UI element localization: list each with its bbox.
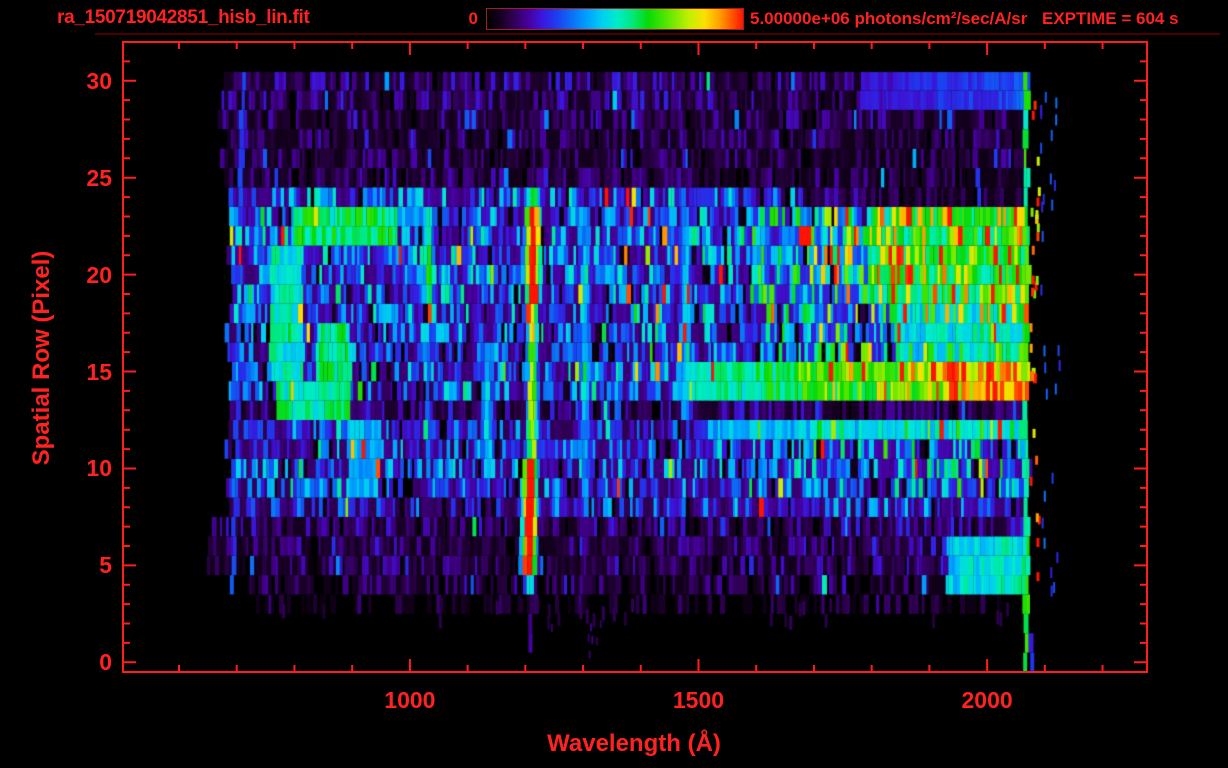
colorbar — [486, 8, 744, 30]
y-tick-label: 5 — [99, 552, 112, 579]
y-tick-label: 0 — [99, 649, 112, 676]
x-tick-label: 1000 — [384, 687, 436, 713]
colorbar-min-label: 0 — [468, 9, 478, 28]
x-tick-label: 1500 — [672, 687, 725, 713]
exptime-label: EXPTIME = 604 s — [1042, 9, 1179, 28]
y-tick-label: 25 — [86, 164, 112, 191]
y-tick-label: 10 — [86, 455, 112, 482]
page-title: ra_150719042851_hisb_lin.fit — [57, 7, 310, 28]
x-axis-title: Wavelength (Å) — [547, 730, 721, 757]
colorbar-max-label: 5.00000e+06 photons/cm²/sec/A/sr — [750, 9, 1028, 28]
y-tick-label: 20 — [86, 261, 112, 288]
y-tick-label: 30 — [86, 67, 112, 94]
y-tick-label: 15 — [86, 358, 112, 385]
header-divider — [95, 33, 1220, 35]
spectrogram-canvas — [124, 43, 1147, 679]
x-tick-label: 2000 — [961, 687, 1013, 713]
plot-window: ra_150719042851_hisb_lin.fit 0 5.00000e+… — [0, 0, 1228, 768]
